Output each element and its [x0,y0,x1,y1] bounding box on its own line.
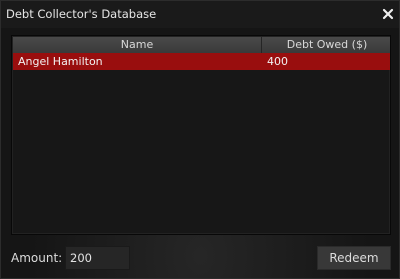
redeem-button[interactable]: Redeem [317,246,391,270]
amount-input[interactable] [65,246,130,270]
close-icon [382,8,394,20]
amount-label: Amount: [11,251,63,265]
column-header-debt[interactable]: Debt Owed ($) [263,37,390,53]
close-button[interactable] [378,3,398,25]
title-bar: Debt Collector's Database [1,1,399,28]
row-name: Angel Hamilton [18,55,103,68]
debt-list[interactable]: Name Debt Owed ($) Angel Hamilton 400 [11,35,391,235]
list-row-selected[interactable]: Angel Hamilton 400 [13,53,390,70]
row-debt: 400 [267,55,288,68]
column-header-name[interactable]: Name [13,37,262,53]
debt-collector-window: Debt Collector's Database Name Debt Owed… [0,0,400,279]
list-header: Name Debt Owed ($) [13,37,390,53]
window-title: Debt Collector's Database [6,7,157,21]
